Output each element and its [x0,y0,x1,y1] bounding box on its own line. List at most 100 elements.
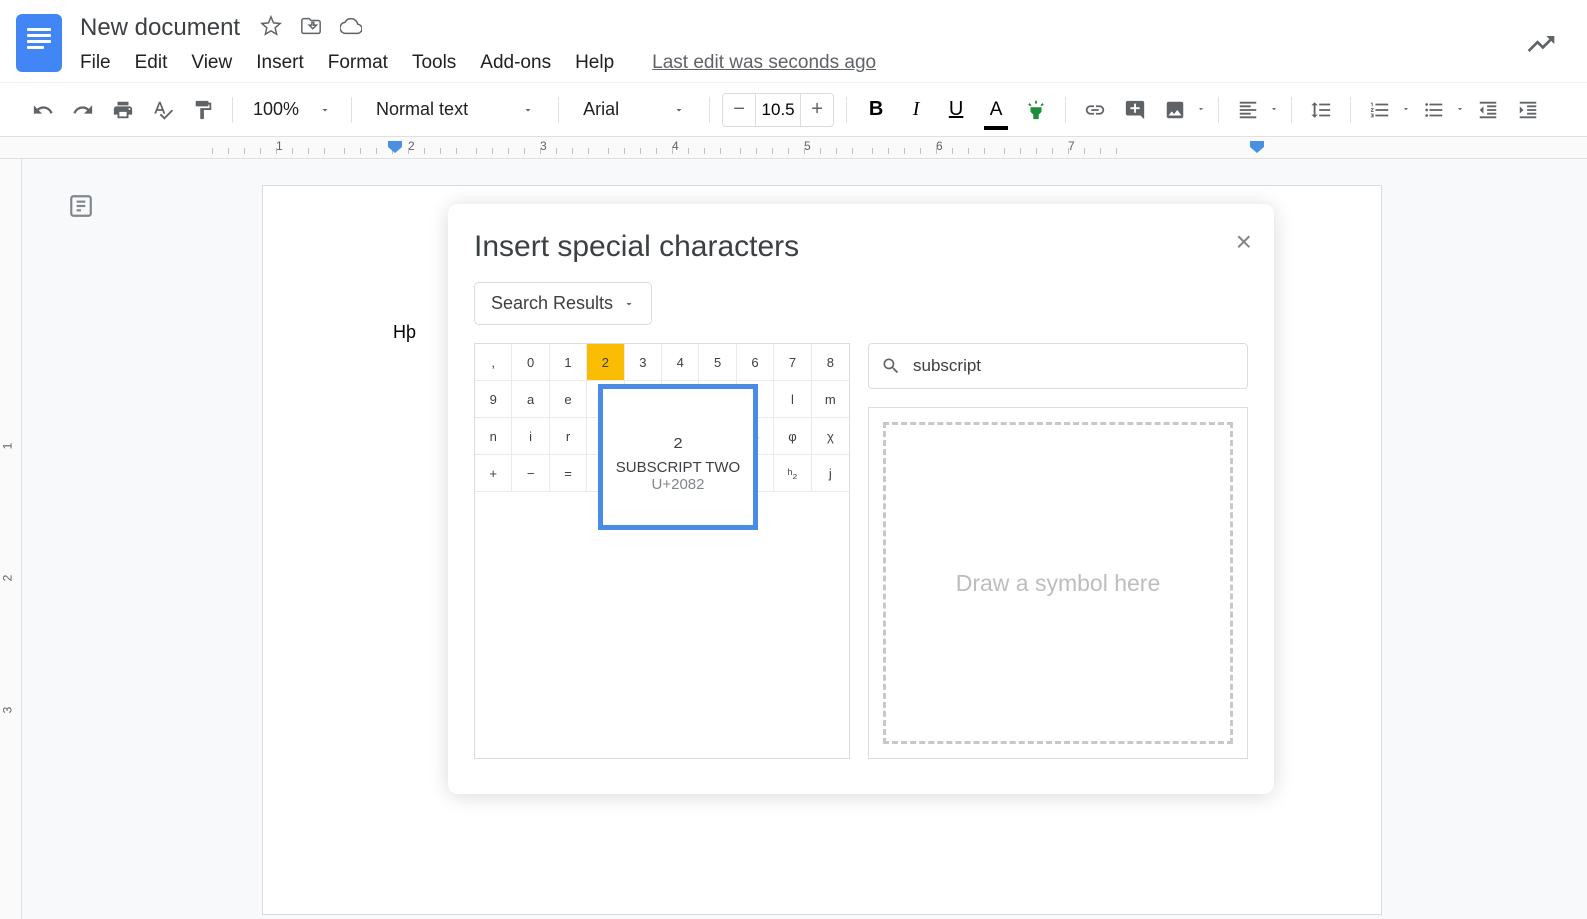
char-cell[interactable]: 4 [662,344,699,381]
insert-comment-button[interactable] [1118,93,1152,127]
ruler-number: 6 [936,139,943,153]
menu-addons[interactable]: Add-ons [480,52,551,74]
char-cell[interactable]: 7 [774,344,811,381]
header: New document File Edit View Insert Forma… [0,0,1587,82]
char-cell[interactable]: r [550,418,587,455]
undo-button[interactable] [26,93,60,127]
ruler-number: 3 [540,139,547,153]
tooltip-code: U+2082 [652,476,705,493]
char-cell[interactable]: 9 [475,381,512,418]
character-tooltip: ₂ SUBSCRIPT TWO U+2082 [598,384,758,530]
print-button[interactable] [106,93,140,127]
char-cell[interactable]: j [812,455,849,492]
explore-icon[interactable] [1525,28,1557,65]
char-cell[interactable]: 0 [512,344,549,381]
char-cell[interactable]: m [812,381,849,418]
spellcheck-button[interactable] [146,93,180,127]
font-select[interactable]: Arial [571,99,697,120]
char-cell[interactable]: 1 [550,344,587,381]
draw-symbol-area[interactable]: Draw a symbol here [868,407,1248,759]
char-cell[interactable]: i [512,418,549,455]
char-cell[interactable]: 6 [737,344,774,381]
char-cell[interactable]: a [512,381,549,418]
highlight-button[interactable] [1019,93,1053,127]
menu-format[interactable]: Format [328,52,388,74]
menu-view[interactable]: View [191,52,232,74]
bulleted-list-button[interactable] [1417,93,1451,127]
cloud-icon[interactable] [340,15,362,42]
increase-indent-button[interactable] [1511,93,1545,127]
tooltip-name: SUBSCRIPT TWO [616,459,740,476]
close-button[interactable]: × [1236,226,1252,258]
redo-button[interactable] [66,93,100,127]
ruler-number: 3 [0,707,14,714]
char-cell[interactable]: 8 [812,344,849,381]
ruler-number: 1 [0,443,14,450]
zoom-select[interactable]: 100% [245,99,339,120]
italic-button[interactable]: I [899,93,933,127]
char-cell[interactable]: 3 [625,344,662,381]
align-button[interactable] [1231,93,1265,127]
font-size-control: − + [722,93,834,127]
paint-format-button[interactable] [186,93,220,127]
docs-logo[interactable] [16,14,62,72]
bold-button[interactable]: B [859,93,893,127]
menu-edit[interactable]: Edit [135,52,168,74]
char-cell[interactable]: + [475,455,512,492]
menu-tools[interactable]: Tools [412,52,456,74]
vertical-ruler: 1 2 3 [0,159,22,919]
star-icon[interactable] [260,15,282,42]
menu-help[interactable]: Help [575,52,614,74]
insert-image-button[interactable] [1158,93,1192,127]
move-icon[interactable] [300,15,322,42]
char-cell[interactable]: 5 [699,344,736,381]
line-spacing-button[interactable] [1304,93,1338,127]
char-cell[interactable]: 2 [587,344,624,381]
char-cell[interactable]: n [475,418,512,455]
font-size-increase[interactable]: + [801,94,833,126]
draw-placeholder: Draw a symbol here [956,570,1161,597]
chevron-down-icon[interactable] [1455,101,1465,119]
paragraph-style-select[interactable]: Normal text [364,99,546,120]
numbered-list-button[interactable] [1363,93,1397,127]
underline-button[interactable]: U [939,93,973,127]
ruler-number: 4 [672,139,679,153]
char-cell[interactable]: e [550,381,587,418]
search-input[interactable] [913,356,1235,376]
chevron-down-icon[interactable] [1269,101,1279,119]
font-size-input[interactable] [755,94,801,126]
last-edit-link[interactable]: Last edit was seconds ago [652,52,876,74]
decrease-indent-button[interactable] [1471,93,1505,127]
document-title[interactable]: New document [80,14,240,42]
ruler-number: 5 [804,139,811,153]
dialog-title: Insert special characters [474,230,1248,264]
ruler-number: 1 [276,139,283,153]
menu-insert[interactable]: Insert [256,52,304,74]
right-indent-marker[interactable] [1250,141,1264,153]
char-cell[interactable]: = [550,455,587,492]
chevron-down-icon[interactable] [1196,101,1206,119]
menu-file[interactable]: File [80,52,111,74]
horizontal-ruler: 1 2 3 4 5 6 7 [0,137,1587,159]
category-dropdown[interactable]: Search Results [474,282,652,325]
outline-toggle-button[interactable] [60,185,102,227]
insert-link-button[interactable] [1078,93,1112,127]
chevron-down-icon[interactable] [1401,101,1411,119]
tooltip-char: ₂ [673,422,683,453]
ruler-number: 2 [408,139,415,153]
toolbar: 100% Normal text Arial − + B I U A [0,82,1587,137]
char-cell[interactable]: φ [774,418,811,455]
char-cell[interactable]: l [774,381,811,418]
ruler-number: 2 [0,575,14,582]
char-cell[interactable]: ʰ₂ [774,455,811,492]
char-cell[interactable]: , [475,344,512,381]
ruler-number: 7 [1068,139,1075,153]
left-indent-marker[interactable] [388,141,402,153]
char-cell[interactable]: − [512,455,549,492]
text-color-button[interactable]: A [979,93,1013,127]
char-cell[interactable]: χ [812,418,849,455]
font-size-decrease[interactable]: − [723,94,755,126]
character-search[interactable] [868,343,1248,389]
special-characters-dialog: × Insert special characters Search Resul… [448,204,1274,794]
menubar: File Edit View Insert Format Tools Add-o… [80,42,1571,74]
